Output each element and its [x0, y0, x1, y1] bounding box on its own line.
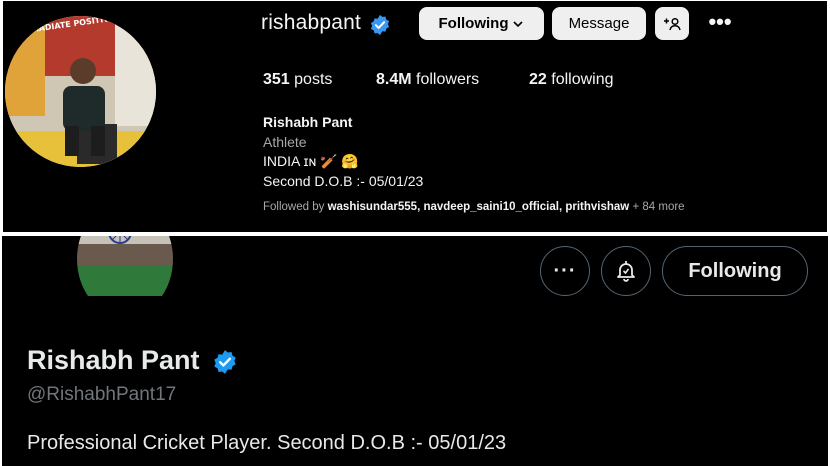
profile-full-name: Rishabh Pant [263, 114, 353, 130]
followed-by-prefix: Followed by [263, 201, 325, 213]
twitter-profile-panel: ··· Following Rishabh Pant @RishabhPant1… [2, 236, 828, 466]
more-horizontal-icon: ••• [708, 9, 732, 34]
verified-badge-icon [214, 350, 236, 374]
profile-bio: Rishabh Pant Athlete INDIA ɪɴ 🏏 🤗 Second… [263, 113, 423, 191]
chevron-down-icon [513, 20, 524, 27]
verified-badge-icon [370, 14, 390, 36]
followed-by-suffix: + 84 more [632, 201, 685, 213]
profile-category: Athlete [263, 133, 307, 150]
display-name: Rishabh Pant [27, 345, 200, 375]
followers-count: 8.4M [376, 71, 412, 88]
profile-avatar[interactable]: RADIATE POSITIVITY [5, 16, 156, 167]
message-button[interactable]: Message [552, 7, 646, 40]
following-button-label: Following [688, 259, 782, 282]
more-options-button[interactable]: ··· [540, 246, 590, 296]
profile-avatar-flag[interactable] [60, 236, 190, 314]
followers-stat[interactable]: 8.4M followers [376, 71, 479, 89]
followed-by-accounts: washisundar555, navdeep_saini10_official… [327, 201, 630, 213]
following-button[interactable]: Following [419, 7, 544, 40]
following-label: following [551, 71, 614, 88]
message-button-label: Message [568, 15, 630, 32]
following-button[interactable]: Following [662, 246, 808, 296]
notifications-button[interactable] [601, 246, 651, 296]
posts-stat: 351 posts [263, 71, 332, 89]
following-stat[interactable]: 22 following [529, 71, 614, 89]
user-handle: @RishabhPant17 [27, 384, 177, 405]
following-button-label: Following [438, 15, 509, 32]
more-horizontal-icon: ··· [553, 259, 577, 282]
posts-label: posts [294, 71, 333, 88]
suggested-users-button[interactable] [655, 7, 689, 40]
followers-label: followers [416, 71, 480, 88]
following-count: 22 [529, 71, 547, 88]
instagram-profile-panel: RADIATE POSITIVITY rishabpant Following … [2, 0, 828, 233]
more-options-button[interactable]: ••• [705, 11, 735, 37]
instagram-username: rishabpant [261, 11, 362, 34]
posts-count: 351 [263, 71, 290, 88]
add-user-icon [664, 17, 681, 30]
followed-by-text[interactable]: Followed by washisundar555, navdeep_sain… [263, 201, 685, 213]
profile-bio: Professional Cricket Player. Second D.O.… [27, 432, 507, 454]
bio-line-1: INDIA ɪɴ 🏏 🤗 [263, 153, 359, 169]
bio-line-2: Second D.O.B :- 05/01/23 [263, 172, 424, 189]
notification-bell-icon [617, 261, 635, 282]
